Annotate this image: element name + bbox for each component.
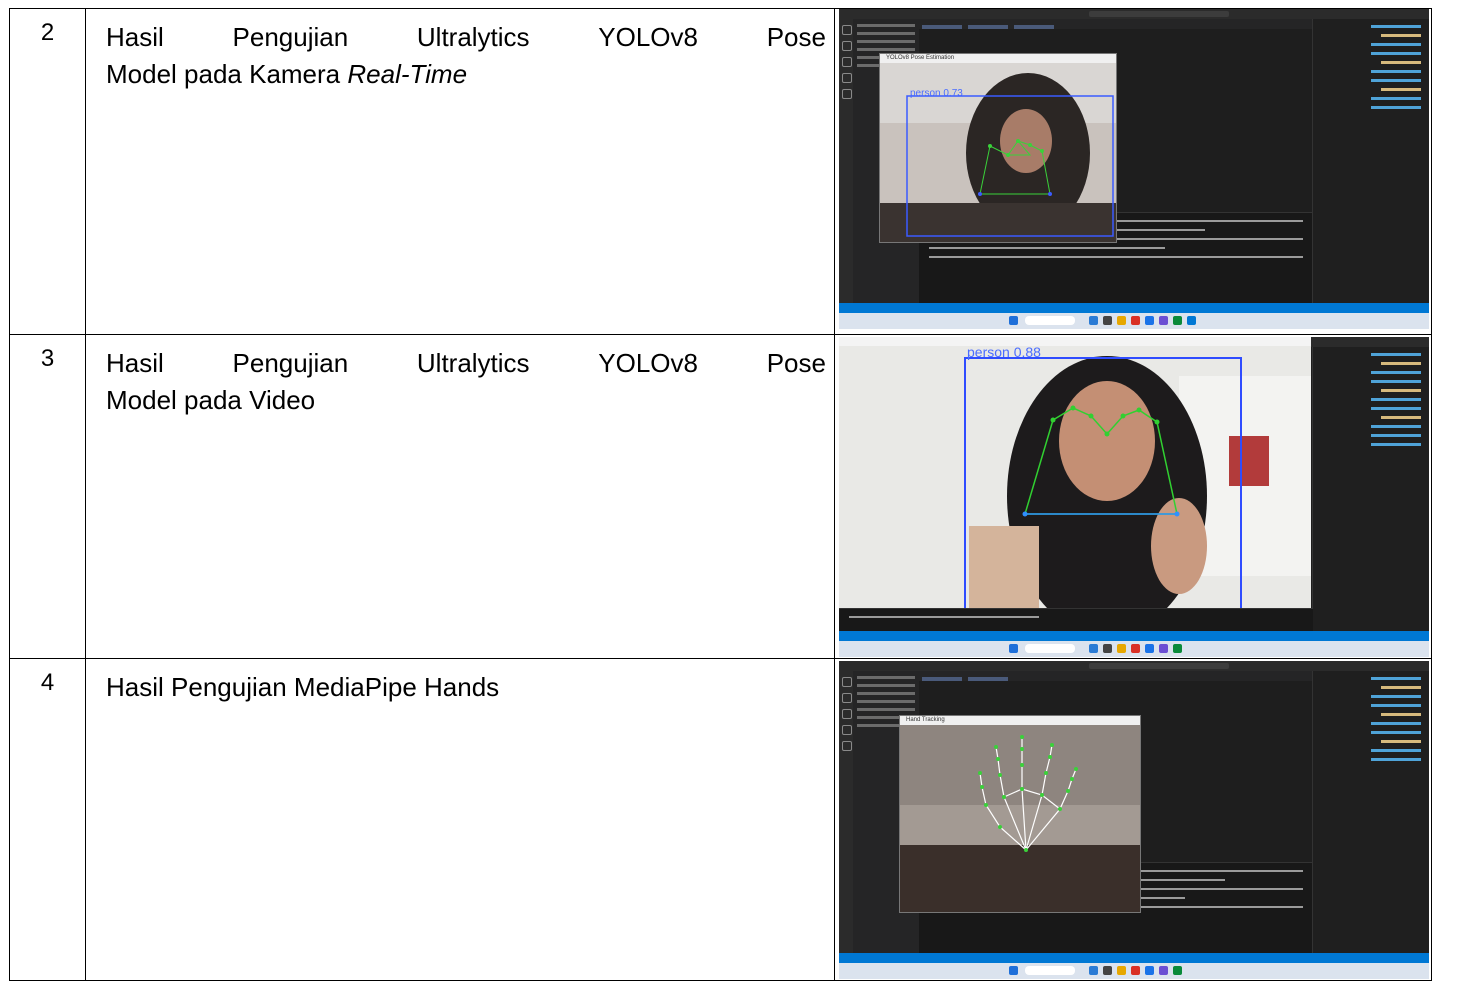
title-line-2: Model pada Video [106, 385, 316, 415]
video-window: person 0.88 [839, 337, 1311, 615]
screenshot-video: person 0.88 [839, 337, 1429, 657]
row-description: Hasil Pengujian MediaPipe Hands [85, 658, 835, 981]
video-frame [839, 346, 1311, 615]
screenshot-cell: YOLOv8 Pose Estimation person 0.73 [834, 8, 1432, 335]
webcam-window: YOLOv8 Pose Estimation person 0.73 [879, 53, 1117, 243]
title-line-1: Hasil Pengujian Ultralytics YOLOv8 Pose [106, 348, 826, 378]
hand-tracking-window: Hand Tracking [899, 715, 1141, 913]
row-description: Hasil Pengujian Ultralytics YOLOv8 Pose … [85, 334, 835, 659]
row-number: 3 [9, 334, 86, 659]
row-description: Hasil Pengujian Ultralytics YOLOv8 Pose … [85, 8, 835, 335]
windows-taskbar [839, 641, 1429, 657]
detection-label: person 0.73 [910, 88, 963, 99]
screenshot-webcam: YOLOv8 Pose Estimation person 0.73 [839, 9, 1429, 329]
title-line-1: Hasil Pengujian Ultralytics YOLOv8 Pose [106, 22, 826, 52]
screenshot-cell: person 0.88 [834, 334, 1432, 659]
title-line-2: Model pada Kamera Real-Time [106, 59, 468, 89]
table-row: 4 Hasil Pengujian MediaPipe Hands Hand T… [9, 658, 1432, 981]
title-line-1: Hasil Pengujian MediaPipe Hands [106, 672, 500, 702]
table-row: 2 Hasil Pengujian Ultralytics YOLOv8 Pos… [9, 8, 1432, 335]
windows-taskbar [839, 963, 1429, 979]
windows-taskbar [839, 313, 1429, 329]
results-table: 2 Hasil Pengujian Ultralytics YOLOv8 Pos… [9, 8, 1432, 981]
hand-frame [900, 725, 1140, 912]
row-number: 4 [9, 658, 86, 981]
detection-label: person 0.88 [967, 346, 1041, 360]
screenshot-hands: Hand Tracking [839, 661, 1429, 979]
table-row: 3 Hasil Pengujian Ultralytics YOLOv8 Pos… [9, 334, 1432, 659]
row-number: 2 [9, 8, 86, 335]
taskbar-search [1025, 316, 1075, 325]
screenshot-cell: Hand Tracking [834, 658, 1432, 981]
